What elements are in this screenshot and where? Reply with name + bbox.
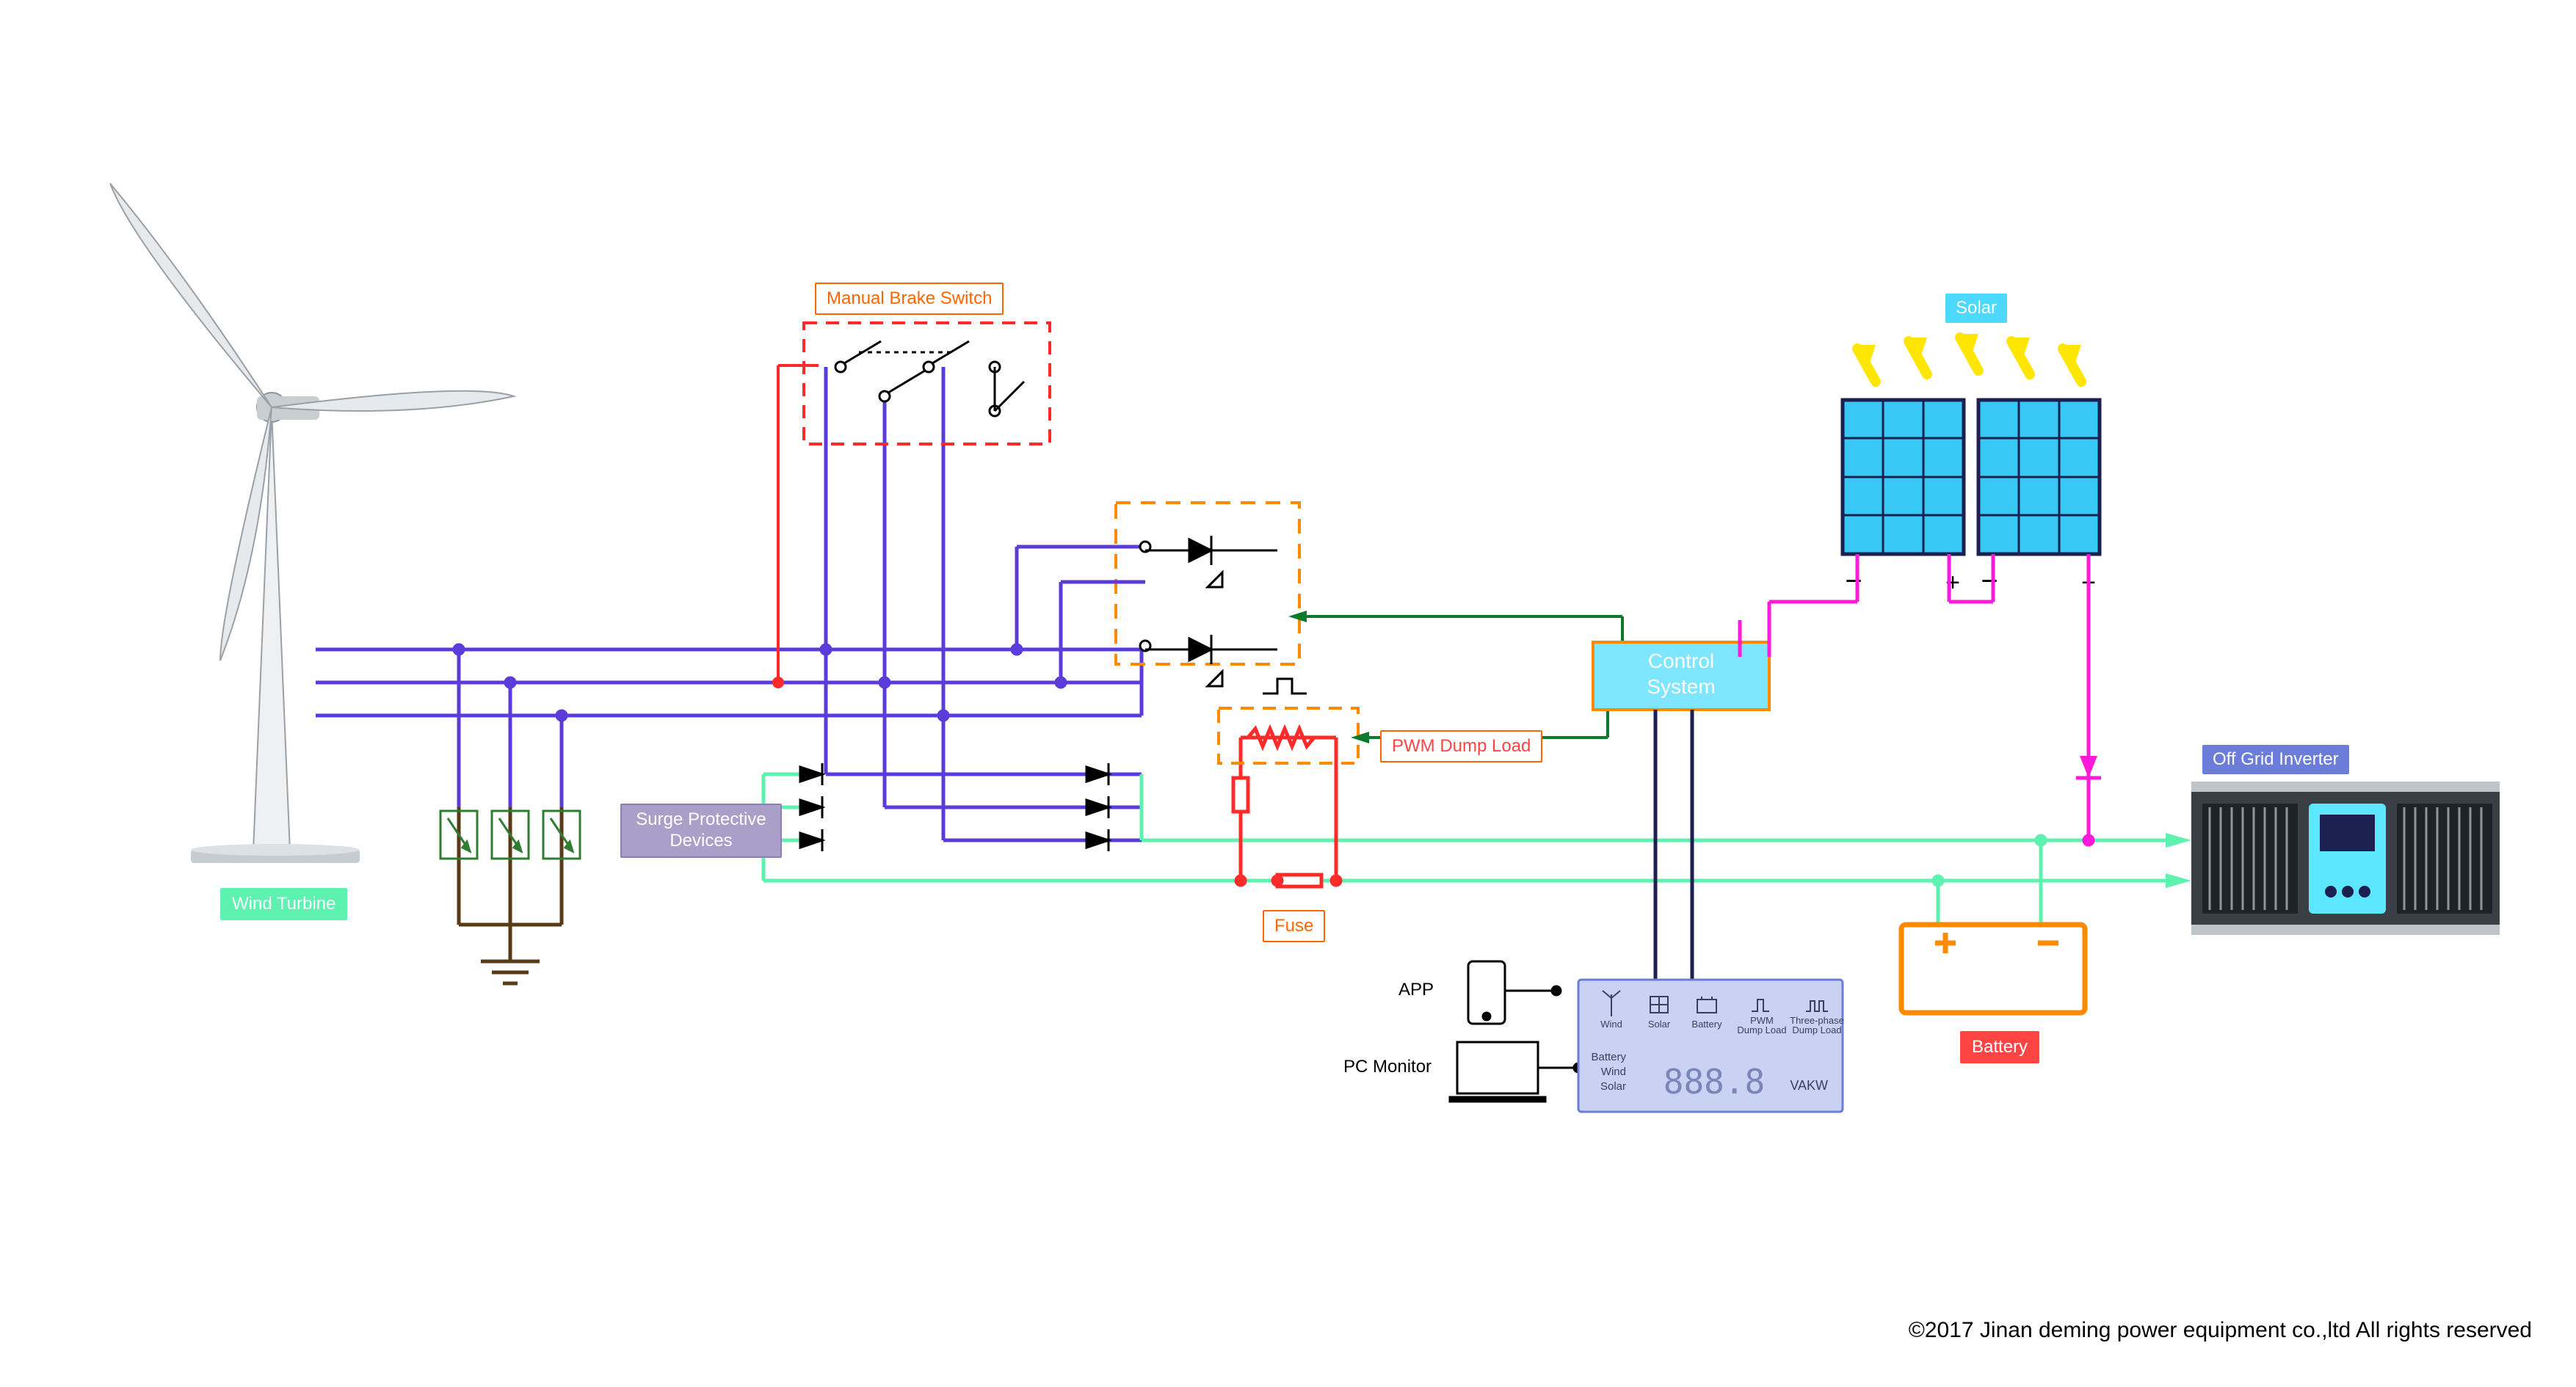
- hmi-panel: 888.8 Wind Solar Battery PWMDump Load Th…: [1578, 980, 1844, 1112]
- off-grid-inverter-label: Off Grid Inverter: [2202, 745, 2349, 774]
- svg-text:VAKW: VAKW: [1790, 1078, 1828, 1093]
- fuse-label: Fuse: [1263, 910, 1325, 942]
- svg-text:Battery: Battery: [1591, 1051, 1626, 1063]
- svg-text:Dump Load: Dump Load: [1792, 1024, 1841, 1035]
- app-phone-icon: [1468, 961, 1561, 1024]
- svg-text:Solar: Solar: [1648, 1019, 1671, 1030]
- diagram-canvas: − + − +: [0, 0, 2576, 1387]
- svg-text:Solar: Solar: [1600, 1080, 1626, 1093]
- wind-turbine-label: Wind Turbine: [220, 888, 347, 920]
- app-label: APP: [1398, 980, 1434, 1000]
- svg-text:−: −: [1845, 565, 1862, 597]
- manual-brake-label: Manual Brake Switch: [815, 283, 1004, 315]
- surge-protective-label: Surge Protective Devices: [620, 804, 782, 858]
- svg-text:Dump Load: Dump Load: [1737, 1024, 1786, 1035]
- svg-text:Battery: Battery: [1691, 1019, 1722, 1030]
- svg-text:Wind: Wind: [1600, 1019, 1622, 1030]
- pc-monitor-label: PC Monitor: [1343, 1057, 1432, 1077]
- solar-label: Solar: [1945, 294, 2007, 323]
- svg-text:−: −: [1981, 565, 1998, 597]
- battery-box: [1901, 925, 2085, 1013]
- control-system-label: Control System: [1615, 648, 1747, 699]
- wind-turbine-icon: [110, 183, 514, 863]
- battery-label: Battery: [1960, 1031, 2039, 1063]
- pc-monitor-icon: [1450, 1042, 1583, 1102]
- svg-text:Wind: Wind: [1601, 1066, 1626, 1078]
- pwm-dump-label: PWM Dump Load: [1380, 730, 1542, 762]
- hmi-display-value: 888.8: [1663, 1062, 1765, 1102]
- copyright-text: ©2017 Jinan deming power equipment co.,l…: [1909, 1318, 2532, 1343]
- solar-panels-block: − + − +: [1843, 334, 2100, 597]
- off-grid-inverter-box: [2191, 782, 2500, 935]
